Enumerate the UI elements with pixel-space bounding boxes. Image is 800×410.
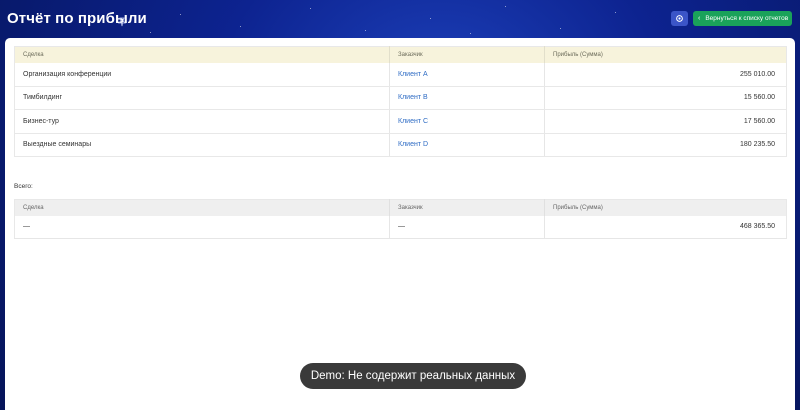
totals-table: Сделка Заказчик Прибыль (Сумма) — — 468 … bbox=[14, 199, 787, 239]
profit-cell: 15 560.00 bbox=[544, 86, 787, 110]
pin-icon[interactable] bbox=[117, 14, 127, 27]
report-table: Сделка Заказчик Прибыль (Сумма) Организа… bbox=[14, 46, 787, 157]
settings-icon bbox=[675, 10, 684, 28]
client-link[interactable]: Клиент B bbox=[389, 86, 545, 110]
table-row: Тимбилдинг Клиент B 15 560.00 bbox=[14, 86, 787, 110]
table-row: Бизнес-тур Клиент C 17 560.00 bbox=[14, 109, 787, 134]
deal-cell: Выездные семинары bbox=[14, 133, 390, 157]
client-link[interactable]: Клиент C bbox=[389, 109, 545, 134]
column-header-profit[interactable]: Прибыль (Сумма) bbox=[544, 46, 787, 63]
profit-cell: 180 235.50 bbox=[544, 133, 787, 157]
totals-header-deal: Сделка bbox=[14, 199, 390, 216]
deal-cell: Тимбилдинг bbox=[14, 86, 390, 110]
page-header: Отчёт по прибыли ‹ Вернуться к списку от… bbox=[0, 0, 800, 38]
totals-header-profit: Прибыль (Сумма) bbox=[544, 199, 787, 216]
totals-header-client: Заказчик bbox=[389, 199, 545, 216]
back-to-reports-button[interactable]: ‹ Вернуться к списку отчетов bbox=[693, 11, 792, 26]
totals-row: — — 468 365.50 bbox=[14, 215, 787, 239]
profit-cell: 17 560.00 bbox=[544, 109, 787, 134]
report-panel: Сделка Заказчик Прибыль (Сумма) Организа… bbox=[5, 38, 795, 410]
demo-toast: Demo: Не содержит реальных данных bbox=[300, 363, 526, 389]
client-link[interactable]: Клиент А bbox=[389, 62, 545, 87]
totals-label: Всего: bbox=[14, 183, 33, 190]
totals-deal-cell: — bbox=[14, 215, 390, 239]
totals-client-cell: — bbox=[389, 215, 545, 239]
totals-header-row: Сделка Заказчик Прибыль (Сумма) bbox=[14, 199, 787, 216]
table-row: Организация конференции Клиент А 255 010… bbox=[14, 62, 787, 87]
deal-cell: Бизнес-тур bbox=[14, 109, 390, 134]
table-header-row: Сделка Заказчик Прибыль (Сумма) bbox=[14, 46, 787, 63]
chevron-left-icon: ‹ bbox=[698, 15, 701, 22]
settings-button[interactable] bbox=[671, 11, 688, 26]
deal-cell: Организация конференции bbox=[14, 62, 390, 87]
table-row: Выездные семинары Клиент D 180 235.50 bbox=[14, 133, 787, 157]
client-link[interactable]: Клиент D bbox=[389, 133, 545, 157]
column-header-deal[interactable]: Сделка bbox=[14, 46, 390, 63]
totals-profit-cell: 468 365.50 bbox=[544, 215, 787, 239]
profit-cell: 255 010.00 bbox=[544, 62, 787, 87]
column-header-client[interactable]: Заказчик bbox=[389, 46, 545, 63]
back-button-label: Вернуться к списку отчетов bbox=[705, 15, 789, 22]
